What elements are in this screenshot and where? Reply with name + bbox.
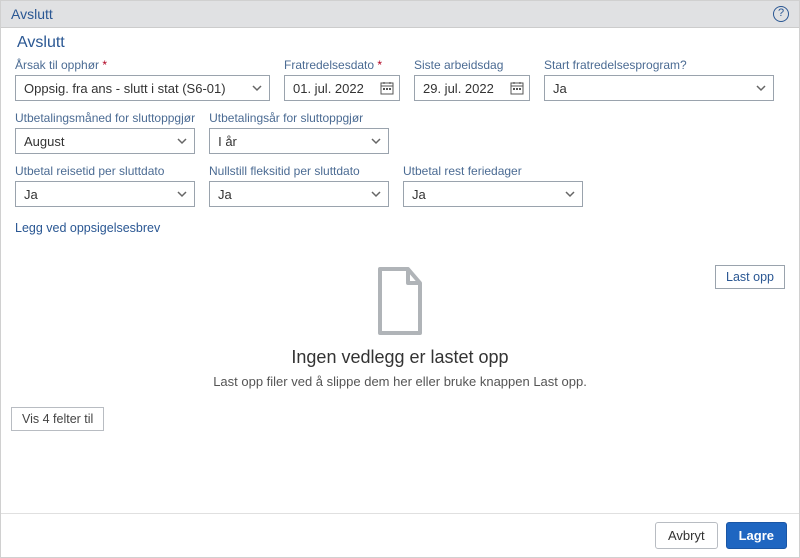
form-row-3: Utbetal reisetid per sluttdato Ja Nullst…: [15, 164, 785, 207]
select-pay-year-value: I år: [218, 134, 237, 149]
chevron-down-icon: [176, 135, 188, 147]
select-travel-value: Ja: [24, 187, 38, 202]
select-start-program-value: Ja: [553, 81, 567, 96]
titlebar: Avslutt ?: [1, 1, 799, 28]
form-row-2: Utbetalingsmåned for sluttoppgjør August…: [15, 111, 785, 154]
label-from-date: Fratredelsesdato *: [284, 58, 400, 72]
form-row-1: Årsak til opphør * Oppsig. fra ans - slu…: [15, 58, 785, 101]
label-pay-year: Utbetalingsår for sluttoppgjør: [209, 111, 389, 125]
chevron-down-icon: [370, 135, 382, 147]
field-start-program: Start fratredelsesprogram? Ja: [544, 58, 774, 101]
chevron-down-icon: [251, 82, 263, 94]
field-pay-month: Utbetalingsmåned for sluttoppgjør August: [15, 111, 195, 154]
date-from-value: 01. jul. 2022: [293, 81, 364, 96]
field-travel: Utbetal reisetid per sluttdato Ja: [15, 164, 195, 207]
help-icon[interactable]: ?: [773, 6, 789, 22]
select-pay-month[interactable]: August: [15, 128, 195, 154]
select-reason[interactable]: Oppsig. fra ans - slutt i stat (S6-01): [15, 75, 270, 101]
content-area: Avslutt Årsak til opphør * Oppsig. fra a…: [1, 28, 799, 513]
chevron-down-icon: [176, 188, 188, 200]
window-title: Avslutt: [11, 6, 53, 22]
label-pay-month: Utbetalingsmåned for sluttoppgjør: [15, 111, 195, 125]
dropzone[interactable]: Ingen vedlegg er lastet opp Last opp fil…: [15, 265, 785, 389]
field-last-day: Siste arbeidsdag 29. jul. 2022: [414, 58, 530, 101]
chevron-down-icon: [755, 82, 767, 94]
select-flex-value: Ja: [218, 187, 232, 202]
select-reason-value: Oppsig. fra ans - slutt i stat (S6-01): [24, 81, 226, 96]
cancel-button[interactable]: Avbryt: [655, 522, 718, 549]
date-last-day-value: 29. jul. 2022: [423, 81, 494, 96]
footer: Avbryt Lagre: [1, 513, 799, 557]
label-travel: Utbetal reisetid per sluttdato: [15, 164, 195, 178]
select-pay-month-value: August: [24, 134, 64, 149]
label-reason: Årsak til opphør *: [15, 58, 270, 72]
upload-button[interactable]: Last opp: [715, 265, 785, 289]
date-last-day[interactable]: 29. jul. 2022: [414, 75, 530, 101]
dropzone-title: Ingen vedlegg er lastet opp: [15, 347, 785, 368]
required-marker: *: [374, 58, 382, 72]
field-pay-year: Utbetalingsår for sluttoppgjør I år: [209, 111, 389, 154]
attach-letter-link[interactable]: Legg ved oppsigelsesbrev: [15, 221, 785, 235]
select-start-program[interactable]: Ja: [544, 75, 774, 101]
field-from-date: Fratredelsesdato * 01. jul. 2022: [284, 58, 400, 101]
dropzone-subtitle: Last opp filer ved å slippe dem her elle…: [15, 374, 785, 389]
dialog-window: Avslutt ? Avslutt Årsak til opphør * Opp…: [0, 0, 800, 558]
calendar-icon[interactable]: [510, 81, 524, 95]
show-more-fields-button[interactable]: Vis 4 felter til: [11, 407, 104, 431]
field-reason: Årsak til opphør * Oppsig. fra ans - slu…: [15, 58, 270, 101]
document-icon: [372, 265, 428, 337]
select-vacation-value: Ja: [412, 187, 426, 202]
date-from[interactable]: 01. jul. 2022: [284, 75, 400, 101]
upload-area: Last opp Ingen vedlegg er lastet opp Las…: [15, 265, 785, 389]
label-reason-text: Årsak til opphør: [15, 58, 99, 72]
field-vacation: Utbetal rest feriedager Ja: [403, 164, 583, 207]
calendar-icon[interactable]: [380, 81, 394, 95]
label-vacation: Utbetal rest feriedager: [403, 164, 583, 178]
chevron-down-icon: [370, 188, 382, 200]
label-start-program: Start fratredelsesprogram?: [544, 58, 774, 72]
select-travel[interactable]: Ja: [15, 181, 195, 207]
label-from-date-text: Fratredelsesdato: [284, 58, 374, 72]
select-vacation[interactable]: Ja: [403, 181, 583, 207]
chevron-down-icon: [564, 188, 576, 200]
required-marker: *: [99, 58, 107, 72]
label-flex: Nullstill fleksitid per sluttdato: [209, 164, 389, 178]
select-flex[interactable]: Ja: [209, 181, 389, 207]
select-pay-year[interactable]: I år: [209, 128, 389, 154]
field-flex: Nullstill fleksitid per sluttdato Ja: [209, 164, 389, 207]
page-title: Avslutt: [17, 34, 785, 52]
label-last-day: Siste arbeidsdag: [414, 58, 530, 72]
save-button[interactable]: Lagre: [726, 522, 787, 549]
